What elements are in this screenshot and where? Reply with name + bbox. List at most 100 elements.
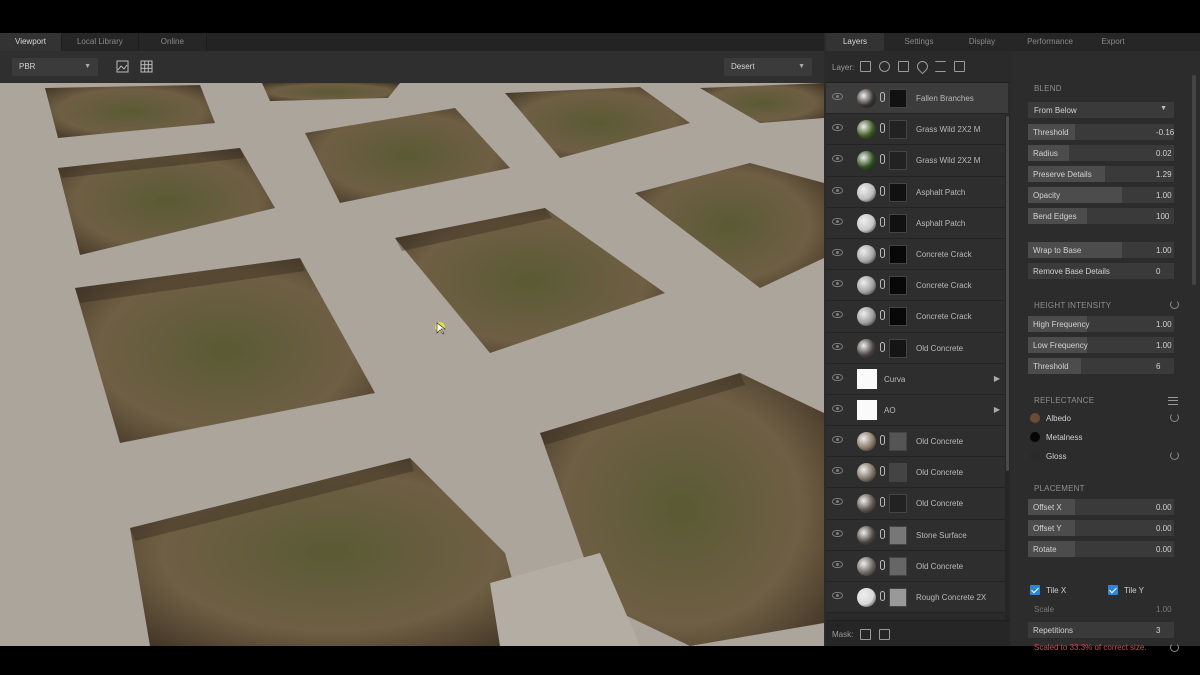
eye-icon[interactable] xyxy=(832,342,843,350)
tab-settings[interactable]: Settings xyxy=(884,33,954,51)
layer-row[interactable]: Stone Surface xyxy=(826,519,1008,551)
adjustments-icon[interactable] xyxy=(935,61,946,72)
eye-icon[interactable] xyxy=(832,280,843,288)
eye-icon[interactable] xyxy=(832,467,843,475)
tile-x-checkbox[interactable] xyxy=(1030,585,1040,595)
drop-icon[interactable] xyxy=(914,58,931,75)
add-layer-icon[interactable] xyxy=(860,61,871,72)
threshold-field[interactable]: Threshold xyxy=(1028,124,1174,140)
offset-y-value[interactable]: 0.00 xyxy=(1156,524,1172,533)
tab-viewport[interactable]: Viewport xyxy=(0,33,62,51)
preserve-details-field[interactable]: Preserve Details xyxy=(1028,166,1174,182)
mask-thumbnail[interactable] xyxy=(889,494,907,514)
tab-performance[interactable]: Performance xyxy=(1010,33,1090,51)
eye-icon[interactable] xyxy=(832,498,843,506)
link-icon[interactable] xyxy=(880,247,885,258)
offset-x-field[interactable]: Offset X xyxy=(1028,499,1174,515)
height-high-frequency-field[interactable]: High Frequency xyxy=(1028,316,1174,332)
tab-layers[interactable]: Layers xyxy=(826,33,884,51)
eye-icon[interactable] xyxy=(832,373,843,381)
layer-row[interactable]: Old Concrete xyxy=(826,332,1008,364)
wrap-to-base-field[interactable]: Wrap to Base xyxy=(1028,242,1174,258)
mask-thumbnail[interactable] xyxy=(889,151,907,171)
gloss-reset-icon[interactable] xyxy=(1170,451,1179,460)
layer-row[interactable]: Old Concrete xyxy=(826,550,1008,582)
grid-icon[interactable] xyxy=(140,60,153,73)
link-icon[interactable] xyxy=(880,123,885,134)
radius-field[interactable]: Radius xyxy=(1028,145,1174,161)
eye-icon[interactable] xyxy=(832,404,843,412)
eye-icon[interactable] xyxy=(832,311,843,319)
albedo-reset-icon[interactable] xyxy=(1170,413,1179,422)
mask-thumbnail[interactable] xyxy=(889,463,907,483)
layer-row[interactable]: Asphalt Patch xyxy=(826,207,1008,239)
layer-row[interactable]: Grass Wild 2X2 M xyxy=(826,145,1008,177)
repetitions-field[interactable]: Repetitions xyxy=(1028,622,1174,638)
mask-thumbnail[interactable] xyxy=(889,244,907,264)
tab-export[interactable]: Export xyxy=(1090,33,1136,51)
layer-row[interactable]: Rough Concrete 2X xyxy=(826,582,1008,614)
mask-thumbnail[interactable] xyxy=(889,338,907,358)
tab-online[interactable]: Online xyxy=(138,33,207,51)
link-icon[interactable] xyxy=(880,185,885,196)
expand-arrow-icon[interactable]: ▶ xyxy=(994,405,1000,414)
environment-select[interactable]: Desert ▼ xyxy=(724,58,812,76)
preserve-details-value[interactable]: 1.29 xyxy=(1156,170,1172,179)
eye-icon[interactable] xyxy=(832,560,843,568)
rotate-field[interactable]: Rotate xyxy=(1028,541,1174,557)
link-icon[interactable] xyxy=(880,216,885,227)
wrap-to-base-value[interactable]: 1.00 xyxy=(1156,246,1172,255)
offset-x-value[interactable]: 0.00 xyxy=(1156,503,1172,512)
eye-icon[interactable] xyxy=(832,124,843,132)
eye-icon[interactable] xyxy=(832,436,843,444)
blend-mode-select[interactable]: From Below ▼ xyxy=(1028,102,1174,118)
tab-display[interactable]: Display xyxy=(954,33,1010,51)
link-icon[interactable] xyxy=(880,435,885,446)
link-icon[interactable] xyxy=(880,341,885,352)
link-icon[interactable] xyxy=(880,497,885,508)
eye-icon[interactable] xyxy=(832,248,843,256)
eye-icon[interactable] xyxy=(832,93,843,100)
layer-row[interactable]: Old Concrete xyxy=(826,457,1008,489)
add-material-icon[interactable] xyxy=(879,61,890,72)
bend-edges-field[interactable]: Bend Edges xyxy=(1028,208,1174,224)
mask-thumbnail[interactable] xyxy=(889,182,907,202)
offset-y-field[interactable]: Offset Y xyxy=(1028,520,1174,536)
layer-row[interactable]: Concrete Crack xyxy=(826,301,1008,333)
height-reset-icon[interactable] xyxy=(1170,300,1179,309)
mask-thumbnail[interactable] xyxy=(889,276,907,296)
link-icon[interactable] xyxy=(880,310,885,321)
remove-base-details-value[interactable]: 0 xyxy=(1156,267,1160,276)
link-icon[interactable] xyxy=(880,559,885,570)
height-low-frequency-field[interactable]: Low Frequency xyxy=(1028,337,1174,353)
placement-reset-icon[interactable] xyxy=(1170,643,1179,652)
layers-scrollbar-thumb[interactable] xyxy=(1006,116,1009,471)
tile-y-checkbox[interactable] xyxy=(1108,585,1118,595)
layer-row[interactable]: Old Concrete xyxy=(826,488,1008,520)
layer-row[interactable]: Old Concrete xyxy=(826,426,1008,458)
mask-thumbnail[interactable] xyxy=(889,307,907,327)
mask-thumbnail[interactable] xyxy=(889,556,907,576)
mask-thumbnail[interactable] xyxy=(889,213,907,233)
threshold-value[interactable]: -0.16 xyxy=(1156,128,1174,137)
link-icon[interactable] xyxy=(880,466,885,477)
mask-image-icon[interactable] xyxy=(879,629,890,640)
mask-thumbnail[interactable] xyxy=(889,89,907,108)
opacity-value[interactable]: 1.00 xyxy=(1156,191,1172,200)
3d-viewport[interactable] xyxy=(0,83,824,646)
radius-value[interactable]: 0.02 xyxy=(1156,149,1172,158)
render-mode-select[interactable]: PBR ▼ xyxy=(12,58,98,76)
mask-thumbnail[interactable] xyxy=(889,525,907,545)
tab-local-library[interactable]: Local Library xyxy=(61,33,139,51)
height-threshold-value[interactable]: 6 xyxy=(1156,362,1160,371)
opacity-field[interactable]: Opacity xyxy=(1028,187,1174,203)
layer-row[interactable]: Asphalt Patch xyxy=(826,176,1008,208)
add-fill-icon[interactable] xyxy=(898,61,909,72)
layer-row[interactable]: Grass Wild 2X2 M xyxy=(826,114,1008,146)
albedo-swatch[interactable] xyxy=(1030,413,1040,423)
menu-icon[interactable] xyxy=(1168,397,1178,405)
gloss-swatch[interactable] xyxy=(1030,451,1040,461)
height-low-frequency-value[interactable]: 1.00 xyxy=(1156,341,1172,350)
layer-row[interactable]: Concrete Crack xyxy=(826,238,1008,271)
rotate-value[interactable]: 0.00 xyxy=(1156,545,1172,554)
